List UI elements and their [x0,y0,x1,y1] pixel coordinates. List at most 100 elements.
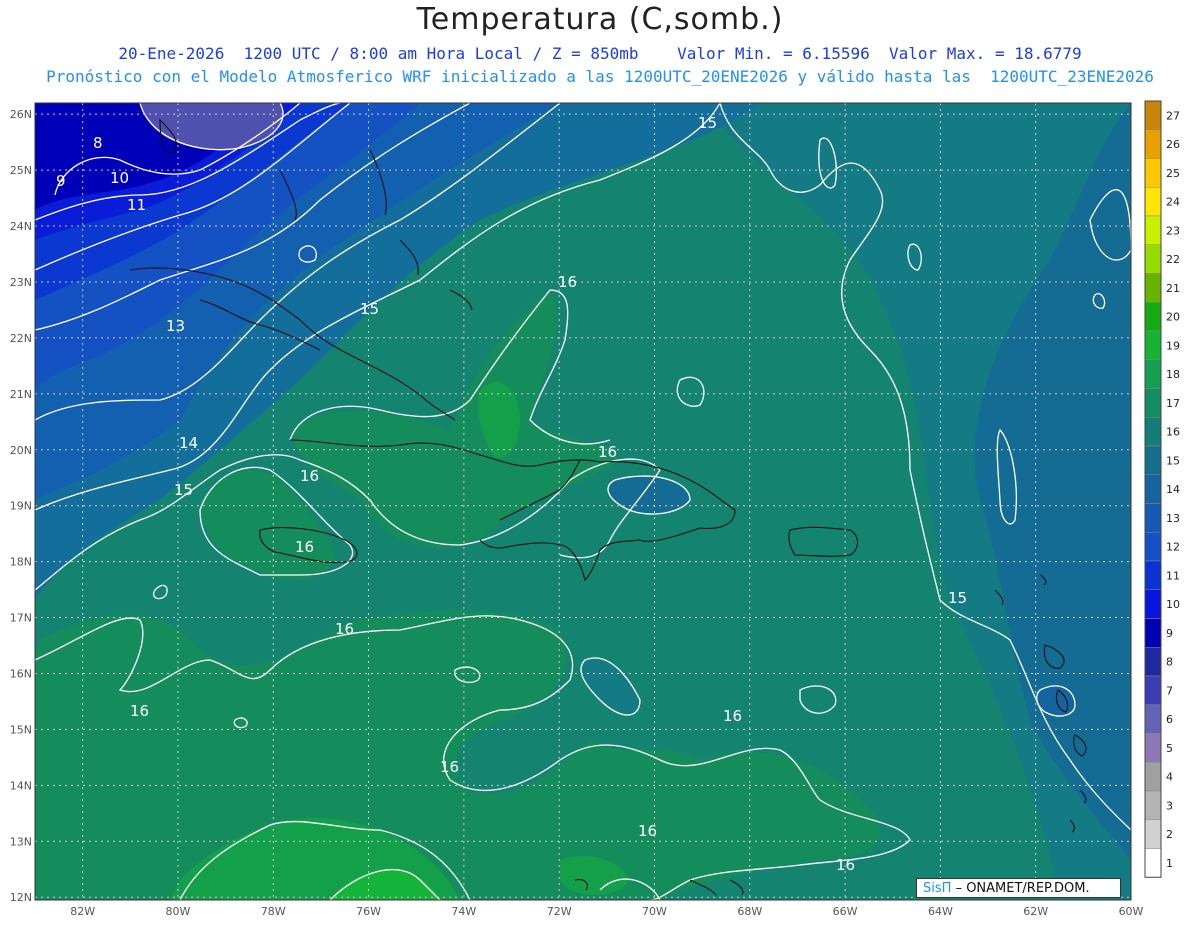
colorbar-label: 6 [1166,713,1173,726]
colorbar-label: 22 [1166,253,1180,266]
colorbar-label: 17 [1166,397,1180,410]
lon-tick-label: 76W [356,905,381,918]
lon-tick-label: 66W [833,905,858,918]
colorbar-swatch [1144,704,1162,734]
lat-tick-label: 24N [10,220,32,233]
colorbar-swatch [1144,445,1162,475]
colorbar-swatch [1144,330,1162,360]
colorbar-swatch [1144,359,1162,389]
colorbar-swatch [1144,244,1162,274]
colorbar-swatch [1144,129,1162,159]
colorbar-label: 25 [1166,167,1180,180]
colorbar-label: 24 [1166,196,1180,209]
lat-tick-label: 12N [10,891,32,904]
map-title: Temperatura (C,somb.) [416,2,784,37]
contour-label-16: 16 [723,707,742,725]
colorbar-label: 18 [1166,368,1180,381]
lon-tick-label: 64W [928,905,953,918]
colorbar-label: 4 [1166,771,1173,784]
colorbar-swatch [1144,100,1162,130]
colorbar-swatch [1144,187,1162,217]
lat-tick-label: 13N [10,835,32,848]
colorbar-swatch [1144,158,1162,188]
colorbar-label: 7 [1166,684,1173,697]
colorbar-label: 1 [1166,857,1173,870]
colorbar-label: 16 [1166,426,1180,439]
lon-tick-label: 72W [547,905,572,918]
lat-axis: 26N 25N 24N 23N 22N 21N 20N 19N 18N 17N 16N 15N 14N 1… [10,108,32,904]
lat-tick-label: 15N [10,723,32,736]
colorbar-label: 2 [1166,828,1173,841]
colorbar-label: 23 [1166,224,1180,237]
lat-tick-label: 23N [10,276,32,289]
contour-label-10: 10 [110,169,129,187]
colorbar-swatch [1144,618,1162,648]
colorbar-label: 9 [1166,627,1173,640]
sispi-logo: SisΠ [923,881,952,896]
colorbar-label: 3 [1166,799,1173,812]
colorbar-swatch [1144,560,1162,590]
contour-label-15: 15 [698,114,717,132]
colorbar-label: 8 [1166,656,1173,669]
contour-label-16: 16 [598,443,617,461]
colorbar-swatch [1144,733,1162,763]
map-fields [35,103,1131,900]
colorbar-label: 14 [1166,483,1180,496]
contour-label-15: 15 [174,481,193,499]
contour-label-11: 11 [127,196,146,214]
credit-box: SisΠ – ONAMET/REP.DOM. [916,878,1121,898]
contour-label-16: 16 [558,273,577,291]
contour-label-9: 9 [56,172,66,190]
colorbar-swatch [1144,417,1162,447]
colorbar-swatch [1144,790,1162,820]
run-info: 20-Ene-2026 1200 UTC / 8:00 am Hora Loca… [118,44,1082,63]
contour-label-13: 13 [166,317,185,335]
colorbar: 2726252423222120191817161514131211109876… [1144,100,1180,878]
contour-label-16: 16 [130,702,149,720]
lon-tick-label: 60W [1119,905,1144,918]
lon-tick-label: 80W [166,905,191,918]
lon-tick-label: 62W [1023,905,1048,918]
lat-tick-label: 26N [10,108,32,121]
lon-tick-label: 70W [642,905,667,918]
contour-label-16: 16 [335,620,354,638]
lat-tick-label: 20N [10,444,32,457]
contour-label-16: 16 [836,856,855,874]
contour-label-15: 15 [360,300,379,318]
colorbar-swatch [1144,215,1162,245]
lat-tick-label: 25N [10,164,32,177]
forecast-info: Pronóstico con el Modelo Atmosferico WRF… [46,67,1154,86]
temperature-map: 8 9 10 11 13 14 15 15 15 15 16 16 16 16 … [10,100,1180,918]
lat-tick-label: 21N [10,388,32,401]
lat-tick-label: 18N [10,556,32,569]
colorbar-swatch [1144,589,1162,619]
colorbar-label: 15 [1166,454,1180,467]
colorbar-swatch [1144,503,1162,533]
lat-tick-label: 22N [10,332,32,345]
colorbar-label: 27 [1166,109,1180,122]
lat-tick-label: 16N [10,667,32,680]
colorbar-label: 12 [1166,541,1180,554]
colorbar-swatch [1144,647,1162,677]
contour-label-14: 14 [179,434,198,452]
lon-tick-label: 74W [451,905,476,918]
colorbar-swatch [1144,819,1162,849]
colorbar-label: 21 [1166,282,1180,295]
contour-label-16: 16 [300,467,319,485]
colorbar-swatch [1144,302,1162,332]
contour-label-16: 16 [638,822,657,840]
colorbar-label: 5 [1166,742,1173,755]
colorbar-swatch [1144,675,1162,705]
credit-text: – ONAMET/REP.DOM. [955,881,1090,896]
colorbar-label: 10 [1166,598,1180,611]
colorbar-label: 26 [1166,138,1180,151]
lat-tick-label: 17N [10,612,32,625]
contour-label-8: 8 [93,134,103,152]
colorbar-label: 11 [1166,569,1180,582]
contour-label-16: 16 [440,758,459,776]
colorbar-swatch [1144,273,1162,303]
lon-tick-label: 82W [70,905,95,918]
colorbar-swatch [1144,762,1162,792]
lon-axis: 82W 80W 78W 76W 74W 72W 70W 68W 66W 64W 62W 60W [70,905,1143,918]
colorbar-swatch [1144,388,1162,418]
